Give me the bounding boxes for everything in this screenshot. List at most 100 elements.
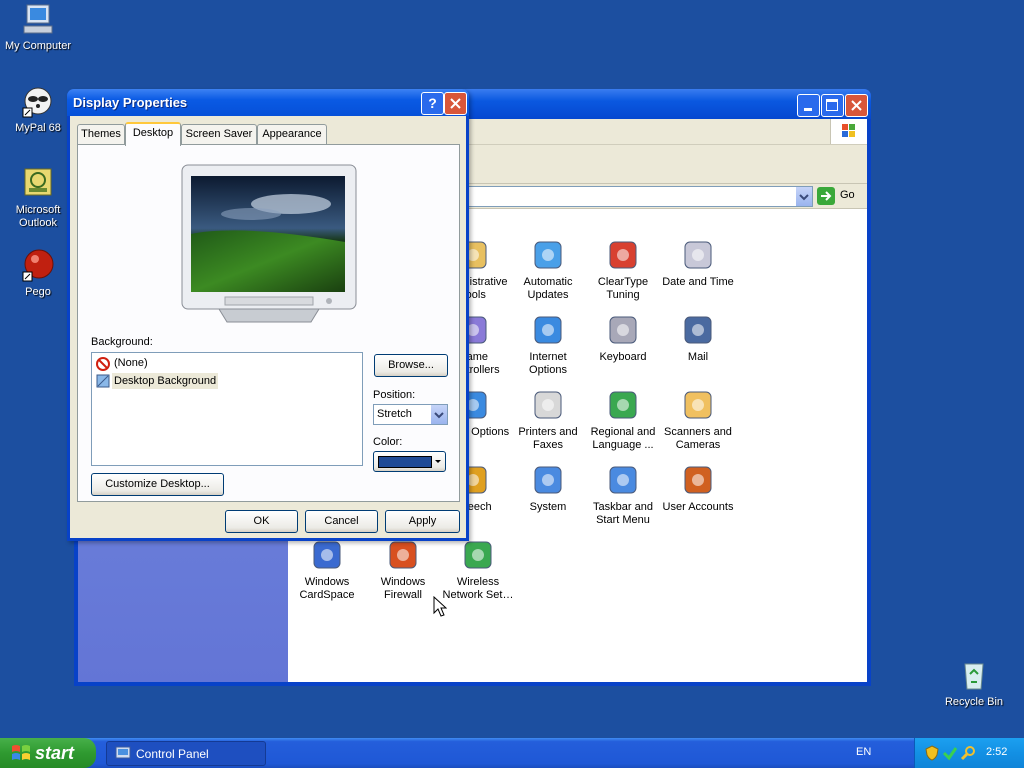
control-panel-item-icon bbox=[681, 463, 715, 497]
control-panel-item-label: Wireless Network Set… bbox=[442, 576, 514, 601]
control-panel-item[interactable]: Taskbar and Start Menu bbox=[585, 463, 661, 527]
list-item-desktop-background[interactable]: Desktop Background bbox=[96, 373, 220, 389]
cancel-button[interactable]: Cancel bbox=[305, 510, 378, 533]
control-panel-item-icon bbox=[681, 313, 715, 347]
control-panel-item-label: Windows Firewall bbox=[380, 576, 426, 601]
desktop-icon-mypal[interactable]: MyPal 68 bbox=[0, 84, 76, 135]
apply-button[interactable]: Apply bbox=[385, 510, 460, 533]
desktop-icon-outlook[interactable]: Microsoft Outlook bbox=[0, 166, 76, 230]
control-panel-item-label: Scanners and Cameras bbox=[664, 426, 732, 451]
tab-label: Themes bbox=[81, 128, 121, 140]
close-icon bbox=[851, 100, 862, 111]
list-item-label: Desktop Background bbox=[112, 373, 219, 389]
control-panel-item-label: System bbox=[529, 501, 567, 513]
control-panel-item[interactable]: Wireless Network Set… bbox=[440, 538, 516, 602]
control-panel-item[interactable]: User Accounts bbox=[660, 463, 736, 514]
control-panel-item-icon bbox=[531, 463, 565, 497]
control-panel-item-icon bbox=[606, 313, 640, 347]
windows-logo-icon bbox=[830, 119, 867, 144]
monitor-icon bbox=[181, 164, 357, 323]
control-panel-item[interactable]: Date and Time bbox=[660, 238, 736, 289]
control-panel-item-icon bbox=[531, 313, 565, 347]
start-button[interactable]: start bbox=[0, 738, 96, 768]
clock[interactable]: 2:52 bbox=[986, 746, 1007, 758]
control-panel-item[interactable]: Keyboard bbox=[585, 313, 661, 364]
recycle-bin-icon bbox=[957, 658, 991, 692]
control-panel-item-label: User Accounts bbox=[662, 501, 734, 513]
control-panel-item-icon bbox=[531, 238, 565, 272]
language-indicator[interactable]: EN bbox=[856, 746, 871, 758]
button-label: Apply bbox=[408, 515, 437, 527]
outlook-icon bbox=[21, 166, 55, 200]
control-panel-item[interactable]: Windows CardSpace bbox=[289, 538, 365, 602]
security-shield-icon[interactable] bbox=[924, 745, 940, 761]
desktop-icon-label: My Computer bbox=[4, 40, 72, 52]
minimize-button[interactable] bbox=[797, 94, 820, 117]
mouse-cursor-icon bbox=[433, 596, 447, 617]
control-panel-item-label: Regional and Language ... bbox=[590, 426, 656, 451]
tab-label: Desktop bbox=[132, 127, 174, 139]
control-panel-item[interactable]: ClearType Tuning bbox=[585, 238, 661, 302]
close-button[interactable] bbox=[845, 94, 868, 117]
taskbar-button-label: Control Panel bbox=[136, 747, 209, 761]
dialog-body: Themes Desktop Screen Saver Appearance B… bbox=[70, 116, 466, 538]
maximize-button[interactable] bbox=[821, 94, 844, 117]
tab-desktop[interactable]: Desktop bbox=[125, 122, 181, 146]
desktop-tab-panel: Background: (None) Desktop Background Br… bbox=[77, 144, 460, 502]
system-tray: 2:52 bbox=[914, 738, 1024, 768]
control-panel-item-icon bbox=[606, 463, 640, 497]
position-dropdown-button[interactable] bbox=[431, 405, 447, 424]
search-icon[interactable] bbox=[960, 745, 976, 761]
desktop-icon-label: MyPal 68 bbox=[15, 122, 61, 134]
control-panel-item-label: Internet Options bbox=[529, 351, 567, 376]
desktop-icon-recycle-bin[interactable]: Recycle Bin bbox=[936, 658, 1012, 709]
raccoon-icon bbox=[21, 84, 55, 118]
control-panel-item[interactable]: Automatic Updates bbox=[510, 238, 586, 302]
control-panel-item-icon bbox=[461, 538, 495, 572]
maximize-icon bbox=[826, 99, 838, 111]
dropdown-arrow-icon bbox=[435, 460, 441, 463]
help-button[interactable]: ? bbox=[421, 92, 444, 115]
dialog-close-button[interactable] bbox=[444, 92, 467, 115]
button-label: Cancel bbox=[324, 515, 359, 527]
position-value: Stretch bbox=[377, 408, 412, 420]
ok-button[interactable]: OK bbox=[225, 510, 298, 533]
control-panel-item[interactable]: Regional and Language ... bbox=[585, 388, 661, 452]
display-properties-dialog: Display Properties ? Themes Desktop Scre… bbox=[67, 89, 469, 541]
pego-icon bbox=[21, 248, 55, 282]
position-select[interactable]: Stretch bbox=[373, 404, 448, 425]
tab-appearance[interactable]: Appearance bbox=[257, 124, 327, 144]
control-panel-item[interactable]: Mail bbox=[660, 313, 736, 364]
color-picker-button[interactable] bbox=[373, 451, 446, 472]
button-label: Browse... bbox=[388, 359, 434, 371]
computer-icon bbox=[21, 2, 55, 36]
browse-button[interactable]: Browse... bbox=[374, 354, 448, 377]
desktop-icon-label: Microsoft Outlook bbox=[15, 204, 61, 229]
wallpaper-icon bbox=[96, 374, 110, 388]
taskbar-button-control-panel[interactable]: Control Panel bbox=[106, 741, 266, 766]
network-icon[interactable] bbox=[942, 745, 958, 761]
desktop-icon-pego[interactable]: Pego bbox=[0, 248, 76, 299]
control-panel-item-label: Windows CardSpace bbox=[299, 576, 355, 601]
control-panel-item[interactable]: System bbox=[510, 463, 586, 514]
tab-themes[interactable]: Themes bbox=[77, 124, 125, 144]
control-panel-item[interactable]: Internet Options bbox=[510, 313, 586, 377]
control-panel-item[interactable]: Printers and Faxes bbox=[510, 388, 586, 452]
control-panel-item-label: ClearType Tuning bbox=[597, 276, 649, 301]
control-panel-item-label: Taskbar and Start Menu bbox=[593, 501, 653, 526]
background-list[interactable]: (None) Desktop Background bbox=[91, 352, 363, 466]
control-panel-item-icon bbox=[606, 238, 640, 272]
go-button[interactable]: Go bbox=[817, 187, 857, 205]
start-label: start bbox=[35, 743, 75, 763]
tab-screen-saver[interactable]: Screen Saver bbox=[181, 124, 257, 144]
control-panel-item[interactable]: Windows Firewall bbox=[365, 538, 441, 602]
taskbar: start Control Panel EN 2:52 bbox=[0, 738, 1024, 768]
desktop-icon-my-computer[interactable]: My Computer bbox=[0, 2, 76, 53]
control-panel-item[interactable]: Scanners and Cameras bbox=[660, 388, 736, 452]
go-arrow-icon bbox=[817, 187, 835, 205]
customize-desktop-button[interactable]: Customize Desktop... bbox=[91, 473, 224, 496]
button-label: Customize Desktop... bbox=[105, 478, 210, 490]
control-panel-item-icon bbox=[531, 388, 565, 422]
dialog-titlebar[interactable]: Display Properties ? bbox=[67, 89, 469, 116]
address-dropdown-button[interactable] bbox=[796, 187, 812, 206]
